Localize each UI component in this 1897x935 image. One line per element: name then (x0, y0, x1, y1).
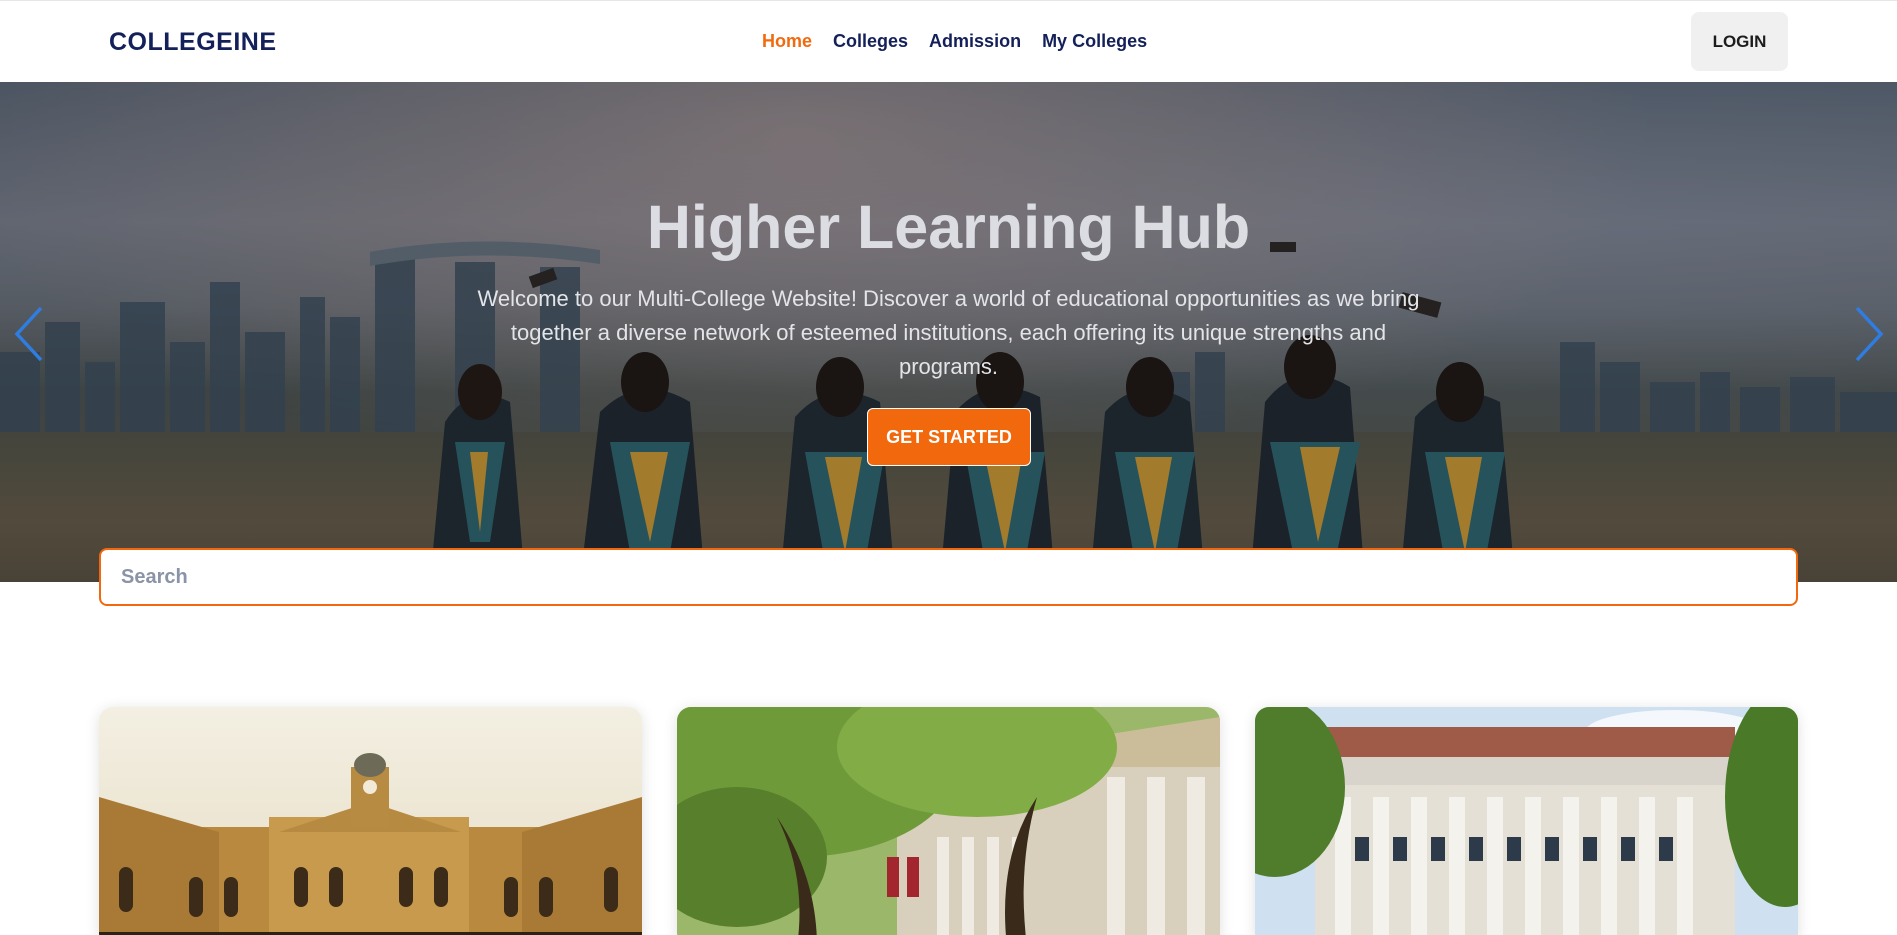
college-image (677, 707, 1220, 935)
college-card[interactable] (1255, 707, 1798, 935)
nav-link-admission[interactable]: Admission (929, 31, 1021, 52)
chevron-left-icon[interactable] (11, 302, 47, 366)
top-navbar: COLLEGEINE Home Colleges Admission My Co… (0, 0, 1897, 82)
hero-carousel: Higher Learning Hub Welcome to our Multi… (0, 82, 1897, 582)
college-card[interactable] (99, 707, 642, 935)
brand-logo[interactable]: COLLEGEINE (109, 28, 277, 57)
chevron-right-icon[interactable] (1851, 302, 1887, 366)
hero-title: Higher Learning Hub (646, 193, 1251, 261)
login-button[interactable]: LOGIN (1691, 12, 1788, 71)
hero-description: Welcome to our Multi-College Website! Di… (477, 286, 1420, 379)
nav-link-home[interactable]: Home (762, 31, 812, 52)
get-started-button[interactable]: GET STARTED (867, 408, 1031, 466)
search-input[interactable] (99, 548, 1798, 606)
nav-link-colleges[interactable]: Colleges (833, 31, 908, 52)
college-image (99, 707, 642, 935)
nav-links: Home Colleges Admission My Colleges (762, 31, 1147, 52)
college-card[interactable] (677, 707, 1220, 935)
college-image (1255, 707, 1798, 935)
nav-link-my-colleges[interactable]: My Colleges (1042, 31, 1147, 52)
